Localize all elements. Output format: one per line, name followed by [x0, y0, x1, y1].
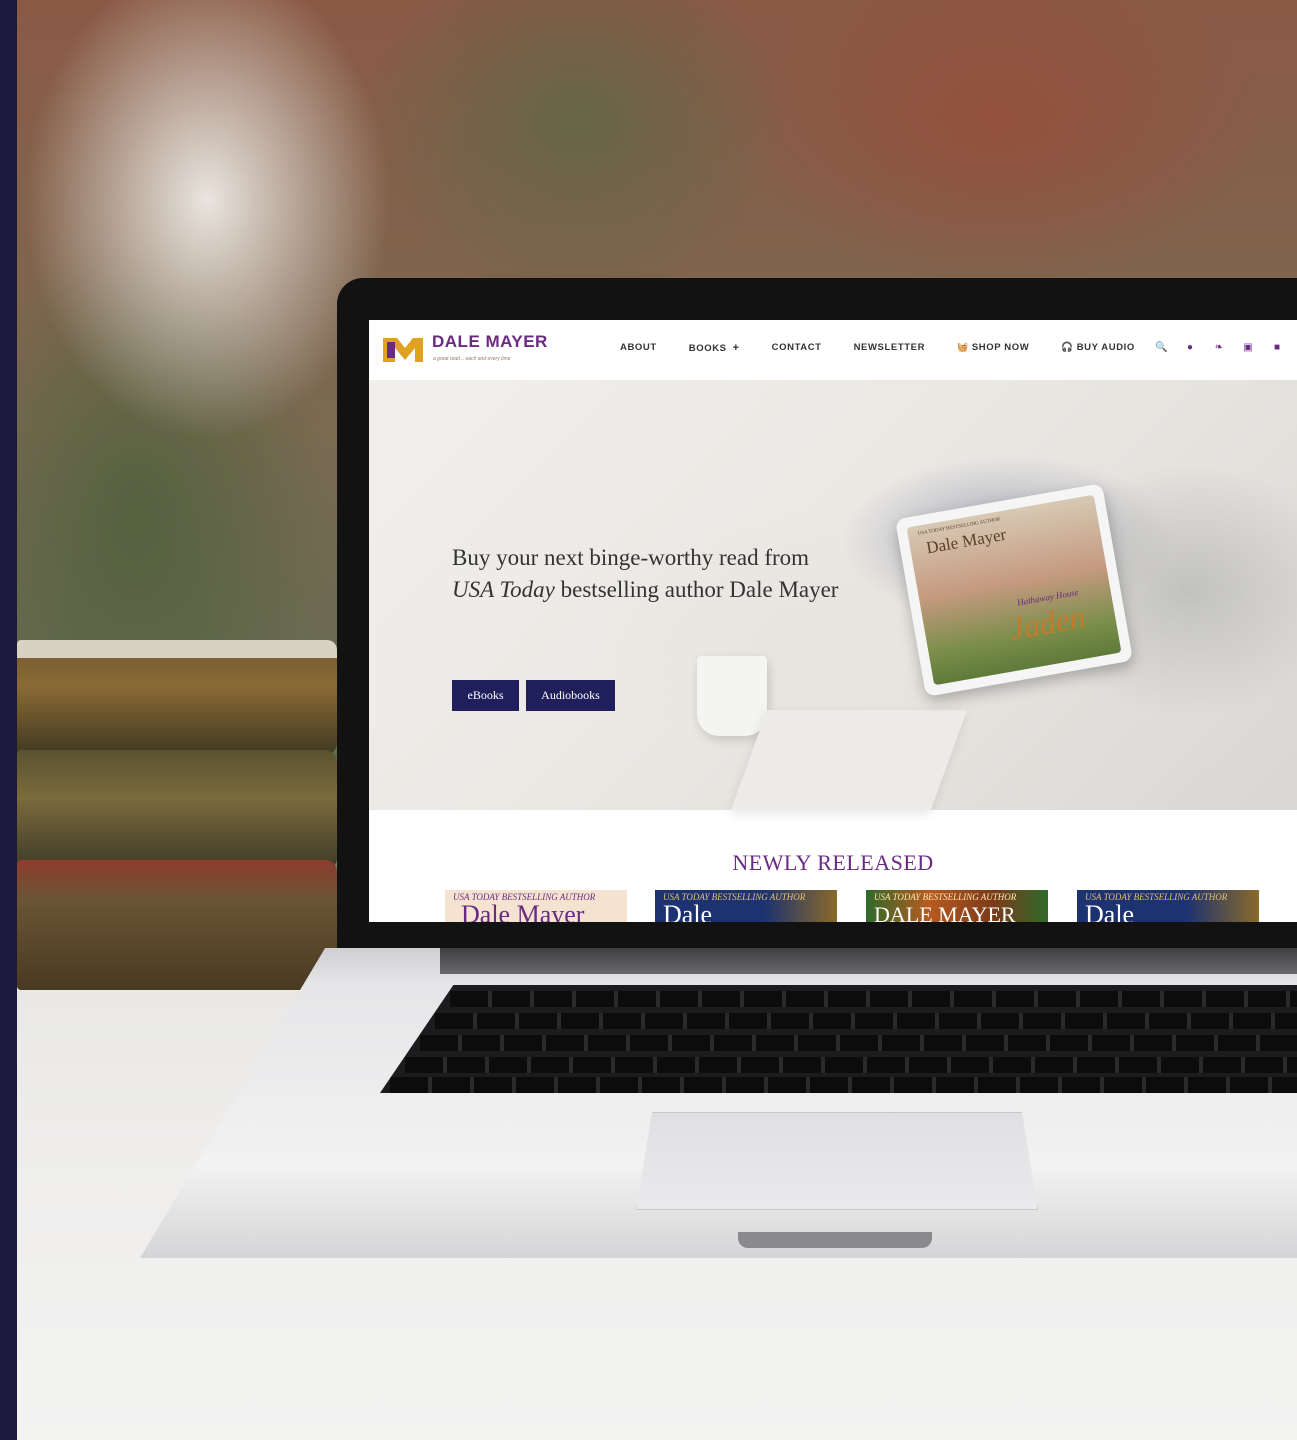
- nav-shop-now-label: SHOP NOW: [971, 342, 1030, 353]
- laptop-hinge: [440, 948, 1297, 974]
- search-icon[interactable]: 🔍: [1155, 342, 1167, 353]
- bookbub-icon[interactable]: ■: [1271, 342, 1283, 353]
- logo-icon[interactable]: [381, 336, 425, 364]
- book-cover-3[interactable]: USA TODAY BESTSELLING AUTHOR DALE MAYER: [866, 890, 1048, 922]
- nav-buy-audio[interactable]: 🎧 BUY AUDIO: [1061, 342, 1135, 354]
- nav-contact[interactable]: CONTACT: [772, 342, 822, 354]
- cover-4-author: Dale: [1085, 900, 1135, 922]
- plus-icon: +: [732, 342, 740, 354]
- basket-icon: 🧺: [957, 342, 969, 352]
- main-menu: ABOUT BOOKS + CONTACT NEWSLETTER 🧺 SHOP NO…: [620, 342, 1167, 354]
- nav-books[interactable]: BOOKS +: [689, 342, 740, 354]
- hero-headline: Buy your next binge-worthy read from USA…: [452, 542, 872, 606]
- newly-released-heading: NEWLY RELEASED: [732, 850, 934, 875]
- nav-buy-audio-label: BUY AUDIO: [1076, 342, 1135, 353]
- logo-name[interactable]: DALE MAYER: [432, 332, 548, 352]
- twitter-icon[interactable]: ❧: [1213, 342, 1225, 353]
- cover-1-author: Dale Mayer: [461, 900, 585, 922]
- hero-line-2-rest: bestselling author Dale Mayer: [554, 577, 839, 602]
- laptop-notch: [738, 1232, 932, 1248]
- nav-about[interactable]: ABOUT: [620, 342, 657, 354]
- keyboard: [380, 985, 1297, 1093]
- ebooks-button[interactable]: eBooks: [452, 680, 519, 711]
- book-top: [17, 640, 337, 755]
- cover-3-author: DALE MAYER: [874, 902, 1016, 922]
- trackpad: [636, 1112, 1038, 1210]
- nav-books-label: BOOKS: [688, 343, 727, 354]
- nav-newsletter[interactable]: NEWSLETTER: [854, 342, 925, 354]
- hero-line-2: USA Today bestselling author Dale Mayer: [452, 574, 872, 606]
- book-cover-1[interactable]: USA TODAY BESTSELLING AUTHOR Dale Mayer: [445, 890, 627, 922]
- cover-2-author: Dale: [663, 900, 713, 922]
- featured-book-cover[interactable]: USA TODAY BESTSELLING AUTHOR Dale Mayer …: [906, 494, 1122, 686]
- nav-shop-now[interactable]: 🧺 SHOP NOW: [957, 342, 1029, 354]
- book-cover-4[interactable]: USA TODAY BESTSELLING AUTHOR Dale: [1077, 890, 1259, 922]
- hero-line-1: Buy your next binge-worthy read from: [452, 545, 810, 570]
- header-icons: 🔍 ● ❧ ▣ ■: [1155, 342, 1283, 353]
- audiobooks-button[interactable]: Audiobooks: [526, 680, 615, 711]
- book-middle: [17, 750, 337, 870]
- headphones-icon: 🎧: [1061, 342, 1074, 353]
- hero-line-2-em: USA Today: [452, 577, 555, 602]
- instagram-icon[interactable]: ▣: [1242, 342, 1254, 353]
- facebook-icon[interactable]: ●: [1184, 342, 1196, 353]
- left-stripe: [0, 0, 17, 1440]
- tablet-image: USA TODAY BESTSELLING AUTHOR Dale Mayer …: [894, 483, 1134, 697]
- hero-banner: USA TODAY BESTSELLING AUTHOR Dale Mayer …: [369, 380, 1297, 810]
- tray-image: [730, 710, 968, 810]
- logo-tagline: a great read... each and every time: [433, 356, 511, 362]
- site-header: DALE MAYER a great read... each and ever…: [369, 320, 1297, 380]
- cover-3-tag: USA TODAY BESTSELLING AUTHOR: [874, 892, 1017, 902]
- mug-image: [697, 656, 767, 736]
- laptop-screen: DALE MAYER a great read... each and ever…: [369, 320, 1297, 922]
- book-bottom: [17, 860, 337, 990]
- book-cover-2[interactable]: USA TODAY BESTSELLING AUTHOR Dale: [655, 890, 837, 922]
- book-stack: [17, 600, 347, 1000]
